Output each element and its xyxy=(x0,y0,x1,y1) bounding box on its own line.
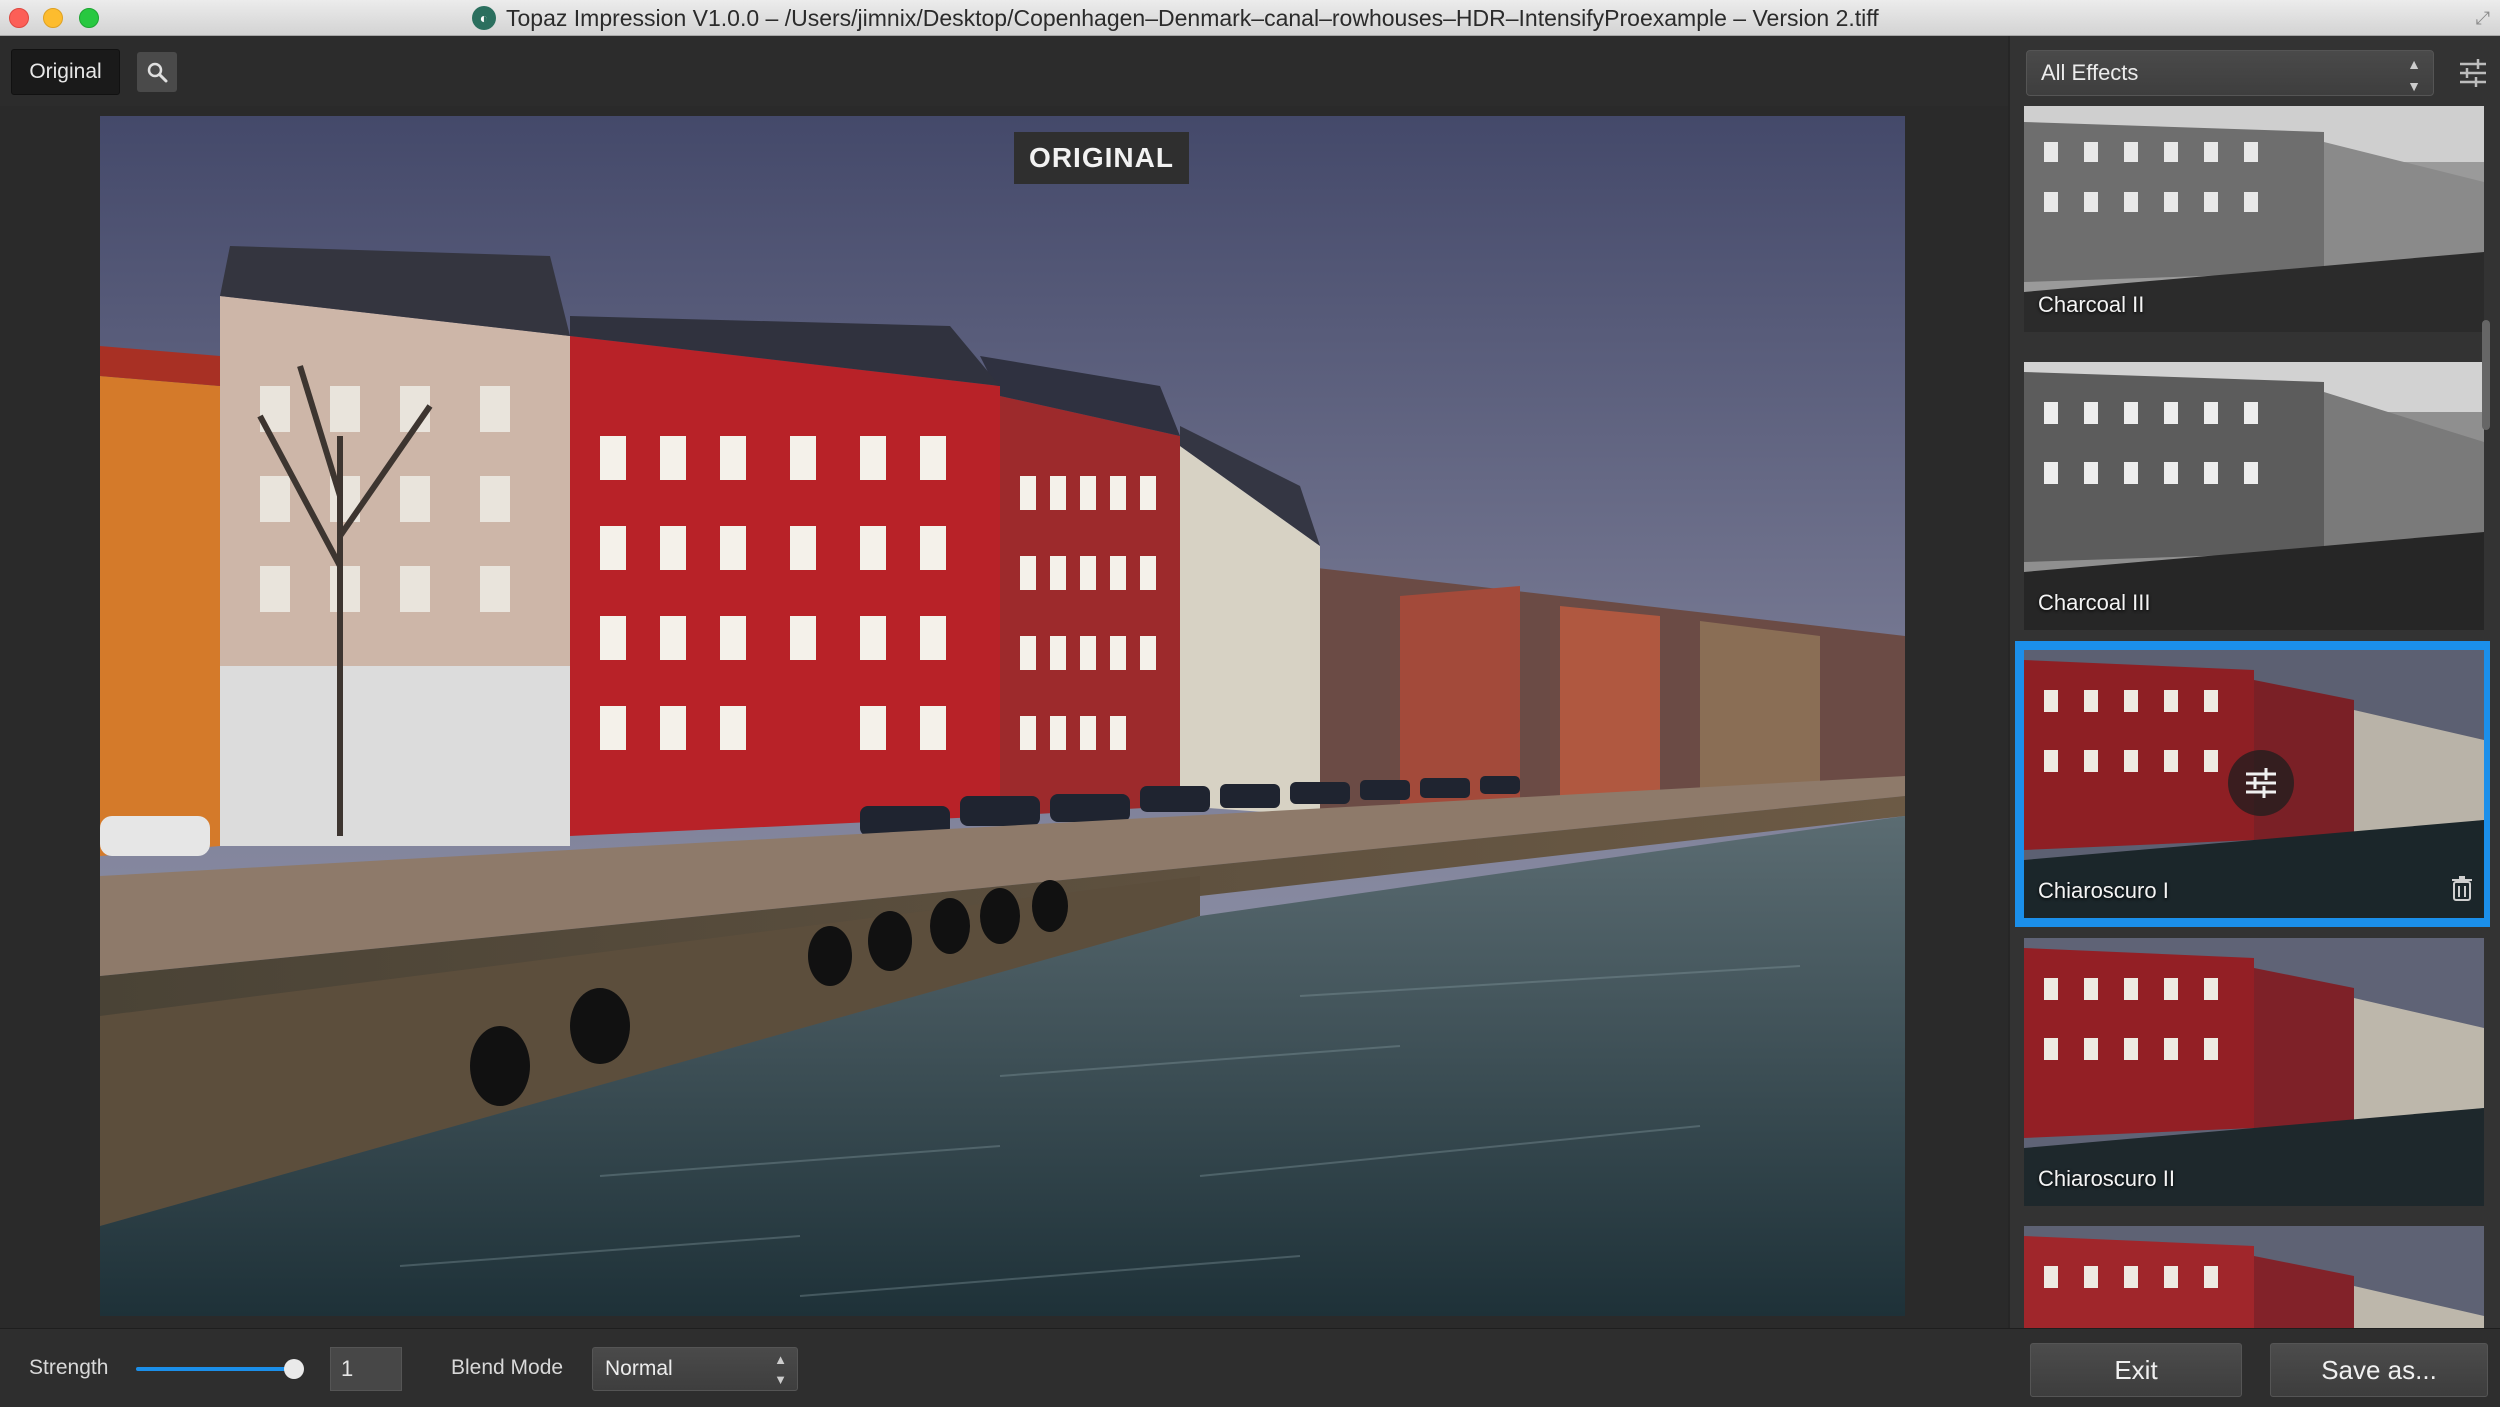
image-canvas: ORIGINAL xyxy=(0,106,2008,1328)
thumbnail-label: Charcoal II xyxy=(2038,292,2145,317)
effects-filter-value: All Effects xyxy=(2041,60,2139,85)
preview-photo[interactable]: ORIGINAL xyxy=(100,116,1905,1316)
thumbnail-chiaroscuro-ii[interactable]: Chiaroscuro II xyxy=(2024,938,2484,1206)
original-toggle-button[interactable]: Original xyxy=(11,49,120,95)
effects-filter-select[interactable]: All Effects ▲ ▼ xyxy=(2026,50,2434,96)
maximize-window-button[interactable] xyxy=(79,8,99,28)
original-badge: ORIGINAL xyxy=(1014,132,1189,184)
fullscreen-icon[interactable]: ⤢ xyxy=(2476,8,2490,29)
strength-input[interactable]: 1 xyxy=(330,1347,402,1391)
thumbnail-label: Chiaroscuro II xyxy=(2038,1166,2175,1191)
blend-mode-label: Blend Mode xyxy=(451,1356,564,1379)
effects-thumbnail-list: Charcoal II Charcoal III Chiaroscuro I C… xyxy=(2010,106,2490,1328)
strength-slider-knob[interactable] xyxy=(284,1359,304,1379)
thumbnail-charcoal-ii[interactable]: Charcoal II xyxy=(2024,106,2484,332)
save-as-button[interactable]: Save as... xyxy=(2270,1343,2488,1397)
panel-scrollbar[interactable] xyxy=(2482,320,2490,430)
select-arrows-icon: ▲ ▼ xyxy=(774,1352,787,1387)
title-bar: ◐ Topaz Impression V1.0.0 – /Users/jimni… xyxy=(0,0,2500,36)
close-window-button[interactable] xyxy=(9,8,29,28)
blend-mode-value: Normal xyxy=(605,1357,673,1380)
thumbnail-image xyxy=(2024,1226,2484,1328)
zoom-button[interactable] xyxy=(137,52,177,92)
top-toolbar: Original xyxy=(0,36,2008,106)
thumbnail-label: Chiaroscuro I xyxy=(2038,878,2169,903)
app-window: ◐ Topaz Impression V1.0.0 – /Users/jimni… xyxy=(0,0,2500,1407)
strength-slider-track[interactable] xyxy=(136,1367,296,1371)
bottom-toolbar: Strength 1 Blend Mode Normal ▲ ▼ Exit Sav… xyxy=(0,1328,2500,1407)
strength-label: Strength xyxy=(29,1356,109,1379)
adjust-effect-icon[interactable] xyxy=(2228,750,2294,816)
magnifier-icon xyxy=(147,62,168,83)
trash-icon[interactable] xyxy=(2450,875,2474,906)
exit-button[interactable]: Exit xyxy=(2030,1343,2242,1397)
app-logo-icon: ◐ xyxy=(472,6,496,30)
thumbnail-next-effect[interactable] xyxy=(2024,1226,2484,1328)
select-arrows-icon: ▲ ▼ xyxy=(2407,56,2421,94)
sliders-icon xyxy=(2246,768,2276,798)
thumbnail-label: Charcoal III xyxy=(2038,590,2151,615)
panel-settings-button[interactable] xyxy=(2454,54,2492,92)
canal-rowhouses-photo xyxy=(100,116,1905,1316)
sliders-icon xyxy=(2460,59,2486,87)
blend-mode-select[interactable]: Normal ▲ ▼ xyxy=(592,1347,798,1391)
thumbnail-charcoal-iii[interactable]: Charcoal III xyxy=(2024,362,2484,630)
effects-panel: All Effects ▲ ▼ Charcoal II Charcoal III… xyxy=(2008,36,2500,1328)
minimize-window-button[interactable] xyxy=(43,8,63,28)
thumbnail-chiaroscuro-i[interactable]: Chiaroscuro I xyxy=(2015,641,2490,927)
window-title: Topaz Impression V1.0.0 – /Users/jimnix/… xyxy=(506,5,1879,31)
